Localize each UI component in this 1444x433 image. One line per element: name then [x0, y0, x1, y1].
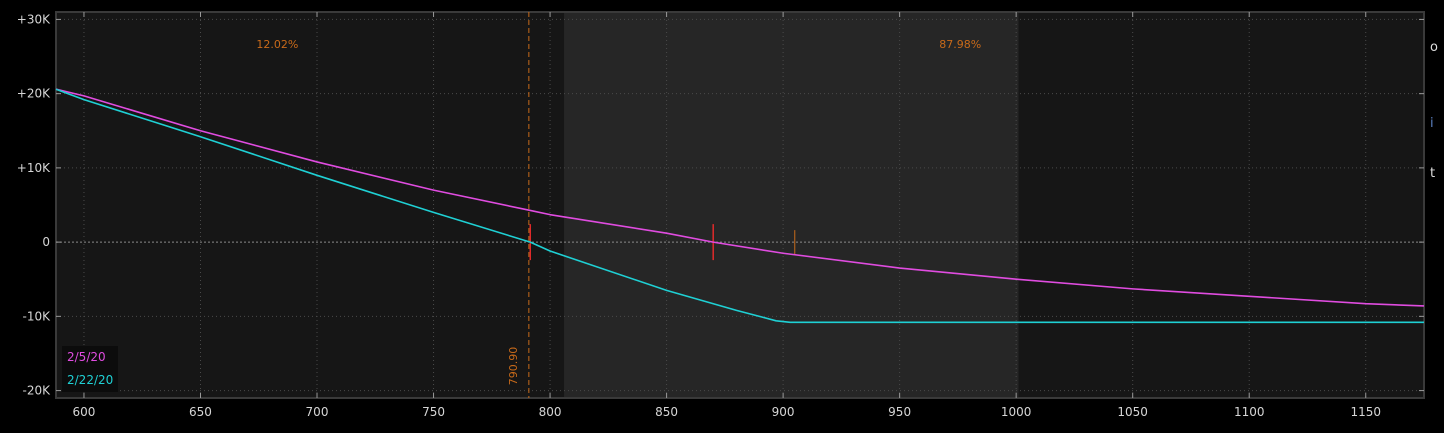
y-tick-label: +20K — [17, 87, 51, 101]
legend-item-2-5-20: 2/5/20 — [67, 350, 106, 364]
x-tick-label: 1150 — [1350, 405, 1381, 419]
x-tick-label: 750 — [422, 405, 445, 419]
x-tick-label: 800 — [539, 405, 562, 419]
y-tick-label: +10K — [17, 161, 51, 175]
risk-profile-chart: 600 650 700 750 800 850 900 950 1000 1050 1100 1150… — [17, 11, 1425, 419]
x-tick-label: 950 — [888, 405, 911, 419]
y-tick-label: -10K — [23, 309, 52, 323]
legend-item-2-22-20: 2/22/20 — [67, 373, 113, 387]
x-tick-label: 900 — [772, 405, 795, 419]
probability-band — [564, 13, 1019, 397]
legend: 2/5/20 2/22/20 — [62, 346, 118, 392]
x-tick-label: 1000 — [1001, 405, 1032, 419]
x-tick-label: 650 — [189, 405, 212, 419]
current-price-label: 790.90 — [507, 347, 520, 386]
edge-glyph-2: i — [1430, 116, 1434, 131]
edge-glyph-1: o — [1430, 40, 1438, 55]
edge-glyph-3: t — [1430, 166, 1436, 181]
x-tick-label: 850 — [655, 405, 678, 419]
x-tick-label: 600 — [73, 405, 96, 419]
probability-label: 12.02% — [256, 38, 298, 51]
y-tick-label: +30K — [17, 12, 51, 26]
y-tick-label: -20K — [23, 384, 52, 398]
x-tick-label: 700 — [306, 405, 329, 419]
y-tick-label: 0 — [42, 235, 50, 249]
x-tick-label: 1050 — [1117, 405, 1148, 419]
x-tick-label: 1100 — [1234, 405, 1265, 419]
probability-label: 87.98% — [939, 38, 981, 51]
